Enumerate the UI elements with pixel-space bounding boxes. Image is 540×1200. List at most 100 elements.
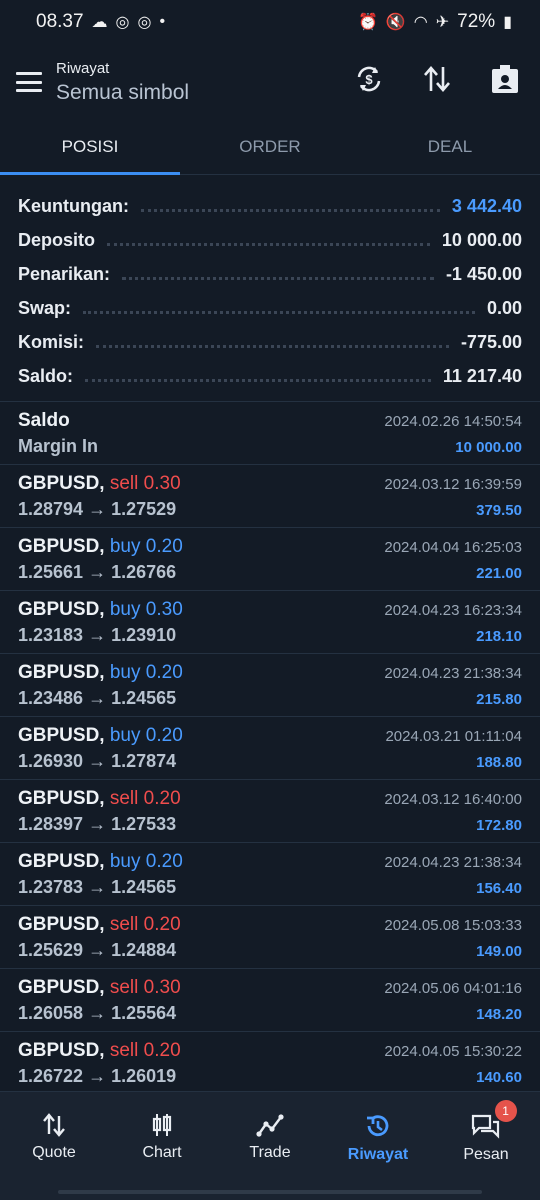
deal-datetime: 2024.04.23 16:23:34 — [384, 602, 522, 619]
list-item-deal[interactable]: GBPUSD, sell 0.30 1.28794 → 1.27529 2024.0… — [0, 465, 540, 528]
deal-prices: 1.26930 → 1.27874 — [18, 751, 177, 771]
candlestick-icon — [152, 1114, 172, 1136]
tab-posisi[interactable]: POSISI — [0, 120, 180, 174]
summary-row-swap: Swap: 0.00 — [18, 297, 522, 318]
nav-trade[interactable]: Trade — [216, 1092, 324, 1200]
nav-riwayat[interactable]: Riwayat — [324, 1092, 432, 1200]
deal-profit: 221.00 — [476, 565, 522, 582]
list-item-deal[interactable]: GBPUSD, sell 0.20 1.28397 → 1.27533 2024.0… — [0, 780, 540, 843]
deal-side: sell — [109, 788, 139, 809]
wifi-icon: ◠ — [413, 14, 428, 31]
deal-prices: 1.25661 → 1.26766 — [18, 562, 177, 582]
deal-prices: 1.23183 → 1.23910 — [18, 625, 177, 645]
nav-chart[interactable]: Chart — [108, 1092, 216, 1200]
deal-symbol: GBPUSD, — [18, 977, 105, 998]
commission-value: -775.00 — [460, 331, 522, 352]
deal-profit: 140.60 — [476, 1069, 522, 1086]
deal-side: buy — [109, 851, 141, 872]
deal-symbol: GBPUSD, — [18, 536, 105, 557]
deal-profit: 149.00 — [476, 943, 522, 960]
swap-value: 0.00 — [486, 297, 522, 318]
menu-icon[interactable] — [16, 72, 42, 92]
report-icon[interactable] — [486, 60, 524, 98]
battery-level: 72% — [457, 11, 496, 32]
deal-symbol: GBPUSD, — [18, 662, 105, 683]
history-list: Saldo Margin In 2024.02.26 14:50:54 10 0… — [0, 402, 540, 1095]
message-count-badge: 1 — [494, 1100, 517, 1122]
deal-profit: 379.50 — [476, 502, 522, 519]
summary-panel: Keuntungan: 3 442.40 Deposito 10 000.00 Pe… — [0, 175, 540, 402]
svg-text:$: $ — [365, 72, 373, 87]
cloud-icon: ☁ — [91, 14, 108, 31]
quote-arrows-icon — [43, 1113, 65, 1137]
alarm-icon: ⏰ — [357, 14, 378, 31]
deal-profit: 188.80 — [476, 754, 522, 771]
status-bar: 08.37 ☁ ◎ ◎ • ⏰ 🔇 ◠ ✈ 72% ▮ — [0, 0, 540, 44]
currency-exchange-icon[interactable]: $ — [350, 60, 388, 98]
mute-icon: 🔇 — [385, 14, 406, 31]
deal-side: sell — [109, 473, 139, 494]
list-item-deal[interactable]: GBPUSD, buy 0.20 1.25661 → 1.26766 2024.04… — [0, 528, 540, 591]
nav-pesan[interactable]: Pesan 1 — [432, 1092, 540, 1200]
deal-side: sell — [109, 1040, 139, 1061]
instagram-icon-2: ◎ — [137, 14, 152, 31]
list-item-deal[interactable]: GBPUSD, sell 0.20 1.26722 → 1.26019 2024.0… — [0, 1032, 540, 1095]
status-time: 08.37 — [36, 11, 84, 32]
deal-side: buy — [109, 662, 141, 683]
instagram-icon: ◎ — [115, 14, 130, 31]
summary-row-balance: Saldo: 11 217.40 — [18, 365, 522, 386]
list-item-balance[interactable]: Saldo Margin In 2024.02.26 14:50:54 10 0… — [0, 402, 540, 465]
bottom-nav: Quote Chart Trade Riwayat Pesan 1 — [0, 1091, 540, 1200]
deal-datetime: 2024.04.23 21:38:34 — [384, 665, 522, 682]
list-item-deal[interactable]: GBPUSD, sell 0.30 1.26058 → 1.25564 2024.0… — [0, 969, 540, 1032]
deal-symbol: GBPUSD, — [18, 599, 105, 620]
deal-symbol: GBPUSD, — [18, 725, 105, 746]
deal-volume: 0.20 — [143, 914, 181, 935]
tab-order[interactable]: ORDER — [180, 120, 360, 174]
summary-row-withdrawal: Penarikan: -1 450.00 — [18, 263, 522, 284]
deal-side: buy — [109, 599, 141, 620]
list-item-deal[interactable]: GBPUSD, buy 0.30 1.23183 → 1.23910 2024.04… — [0, 591, 540, 654]
deal-prices: 1.28397 → 1.27533 — [18, 814, 177, 834]
summary-row-profit: Keuntungan: 3 442.40 — [18, 195, 522, 216]
deal-side: buy — [109, 725, 141, 746]
deposit-value: 10 000.00 — [441, 229, 522, 250]
deal-profit: 215.80 — [476, 691, 522, 708]
summary-row-deposit: Deposito 10 000.00 — [18, 229, 522, 250]
nav-quote[interactable]: Quote — [0, 1092, 108, 1200]
deal-volume: 0.30 — [143, 977, 181, 998]
tab-deal[interactable]: DEAL — [360, 120, 540, 174]
withdrawal-value: -1 450.00 — [445, 263, 522, 284]
sort-icon[interactable] — [418, 60, 456, 98]
deal-symbol: GBPUSD, — [18, 851, 105, 872]
deal-profit: 148.20 — [476, 1006, 522, 1023]
deal-datetime: 2024.04.04 16:25:03 — [384, 539, 522, 556]
deal-prices: 1.23783 → 1.24565 — [18, 877, 177, 897]
deal-datetime: 2024.03.21 01:11:04 — [385, 728, 522, 745]
deal-volume: 0.20 — [145, 851, 183, 872]
deal-datetime: 2024.03.12 16:39:59 — [384, 476, 522, 493]
balance-value: 11 217.40 — [442, 365, 522, 386]
dot-icon: • — [159, 13, 166, 30]
deal-datetime: 2024.05.06 04:01:16 — [384, 980, 522, 997]
list-item-deal[interactable]: GBPUSD, sell 0.20 1.25629 → 1.24884 2024.0… — [0, 906, 540, 969]
deal-profit: 172.80 — [476, 817, 522, 834]
tab-bar: POSISI ORDER DEAL — [0, 120, 540, 175]
summary-row-commission: Komisi: -775.00 — [18, 331, 522, 352]
deal-profit: 156.40 — [476, 880, 522, 897]
deal-symbol: GBPUSD, — [18, 1040, 105, 1061]
list-item-deal[interactable]: GBPUSD, buy 0.20 1.23783 → 1.24565 2024.04… — [0, 843, 540, 906]
deal-datetime: 2024.04.23 21:38:34 — [384, 854, 522, 871]
profit-value: 3 442.40 — [451, 195, 522, 216]
symbol-filter[interactable]: Semua simbol — [56, 81, 189, 105]
deal-symbol: GBPUSD, — [18, 473, 105, 494]
deal-volume: 0.20 — [145, 725, 183, 746]
list-item-deal[interactable]: GBPUSD, buy 0.20 1.23486 → 1.24565 2024.04… — [0, 654, 540, 717]
deal-symbol: GBPUSD, — [18, 914, 105, 935]
list-item-deal[interactable]: GBPUSD, buy 0.20 1.26930 → 1.27874 2024.03… — [0, 717, 540, 780]
deal-prices: 1.28794 → 1.27529 — [18, 499, 177, 519]
history-clock-icon — [367, 1115, 389, 1137]
home-indicator — [58, 1190, 482, 1194]
deal-datetime: 2024.03.12 16:40:00 — [384, 791, 522, 808]
active-tab-indicator — [0, 172, 180, 175]
